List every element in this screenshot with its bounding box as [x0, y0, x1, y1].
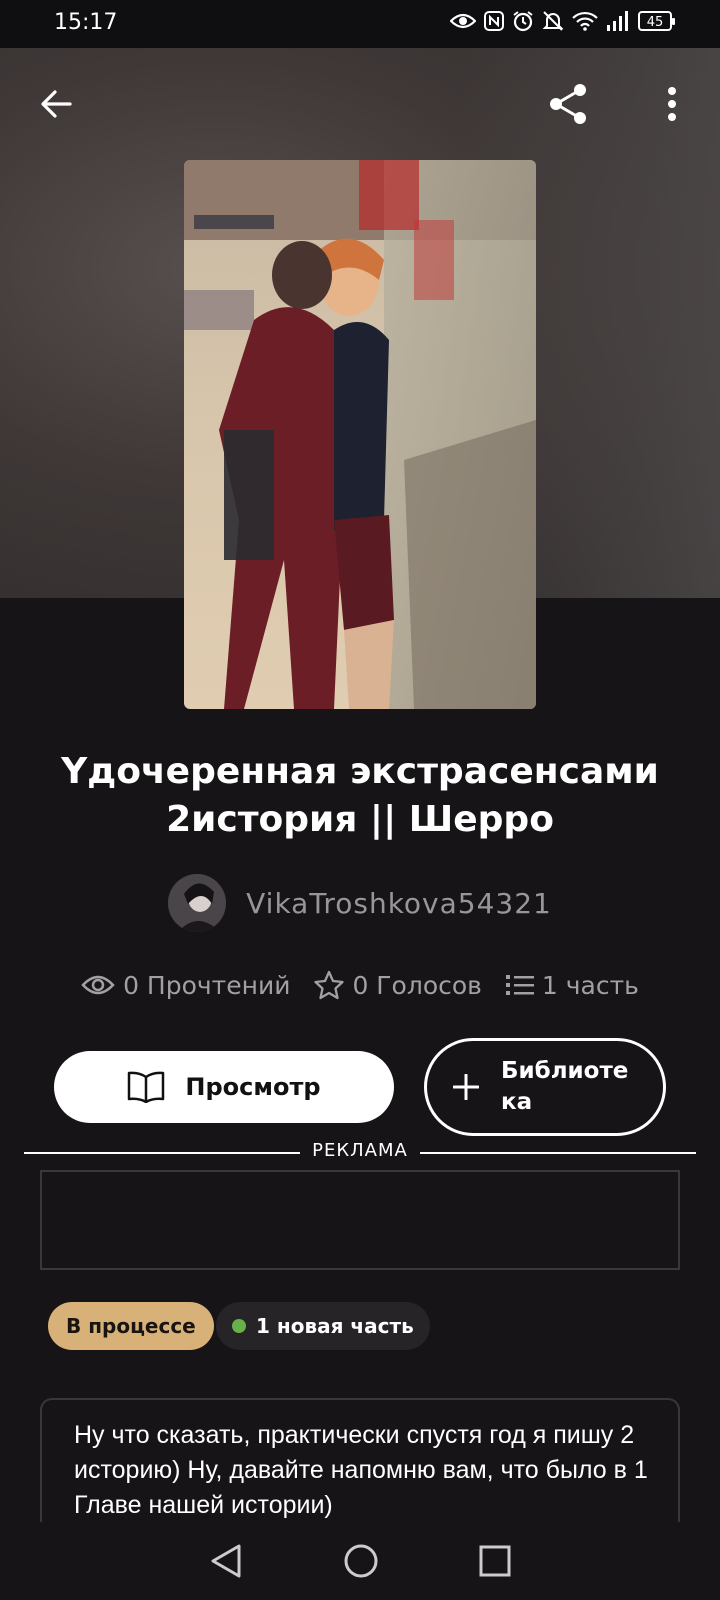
system-nav-bar	[0, 1522, 720, 1600]
library-label-line1: Библиоте	[501, 1058, 629, 1084]
share-button[interactable]	[544, 80, 592, 128]
reads-stat: 0 Прочтений	[81, 970, 290, 1000]
square-recents-icon[interactable]	[479, 1545, 511, 1577]
ad-divider-right	[420, 1152, 696, 1154]
mute-icon	[542, 11, 564, 31]
reads-count: 0 Прочтений	[123, 970, 291, 1000]
triangle-back-icon[interactable]	[209, 1543, 243, 1579]
status-icons: 45	[450, 10, 675, 32]
new-part-badge[interactable]: 1 новая часть	[216, 1302, 430, 1350]
status-bar: 15:17 45	[0, 0, 720, 48]
parts-count: 1 часть	[541, 970, 639, 1000]
story-title: Үдочеренная экстрасенсами 2история || Ше…	[60, 748, 660, 844]
ad-divider-left	[24, 1152, 300, 1154]
author-name[interactable]: VikaTroshkova54321	[246, 887, 552, 920]
arrow-left-icon	[41, 90, 72, 118]
book-open-icon	[128, 1071, 165, 1103]
wifi-icon	[572, 11, 598, 31]
description-text: Ну что сказать, практически спустя год я…	[74, 1421, 648, 1519]
circle-home-icon[interactable]	[343, 1543, 379, 1579]
add-to-library-button[interactable]: Библиоте ка	[424, 1038, 666, 1136]
eye-icon	[450, 13, 476, 29]
cover-photo	[184, 160, 536, 709]
more-options-button[interactable]	[648, 80, 696, 128]
add-to-library-label: Библиоте ка	[501, 1056, 631, 1118]
story-title-line2: 2история || Шерро	[166, 799, 554, 840]
library-label-line2: ка	[501, 1089, 533, 1115]
votes-count: 0 Голосов	[352, 970, 482, 1000]
ad-slot[interactable]	[40, 1170, 680, 1270]
clock: 15:17	[54, 10, 118, 35]
status-badge: В процессе	[48, 1302, 214, 1350]
votes-stat: 0 Голосов	[314, 970, 482, 1000]
parts-stat: 1 часть	[505, 970, 639, 1000]
description-card[interactable]: Ну что сказать, практически спустя год я…	[40, 1398, 680, 1538]
ad-label: РЕКЛАМА	[312, 1140, 408, 1161]
nfc-icon	[484, 11, 504, 31]
avatar[interactable]	[168, 874, 227, 932]
battery-icon: 45	[638, 11, 675, 31]
story-title-line1: Үдочеренная экстрасенсами	[61, 751, 659, 792]
back-button[interactable]	[32, 80, 80, 128]
alarm-icon	[513, 11, 533, 32]
view-button-label: Просмотр	[185, 1073, 321, 1101]
signal-icon	[607, 11, 628, 31]
eye-icon	[81, 975, 115, 995]
story-stats: 0 Прочтений 0 Голосов 1 часть	[0, 970, 720, 1000]
more-vertical-icon	[668, 87, 676, 121]
new-dot-icon	[232, 1319, 246, 1333]
view-button[interactable]: Просмотр	[54, 1051, 394, 1123]
plus-icon	[453, 1074, 479, 1100]
author-row[interactable]: VikaTroshkova54321	[0, 874, 720, 932]
story-cover-image[interactable]	[184, 160, 536, 709]
new-part-label: 1 новая часть	[256, 1314, 414, 1338]
star-icon	[314, 970, 345, 1000]
list-icon	[505, 975, 534, 995]
share-icon	[550, 84, 586, 124]
